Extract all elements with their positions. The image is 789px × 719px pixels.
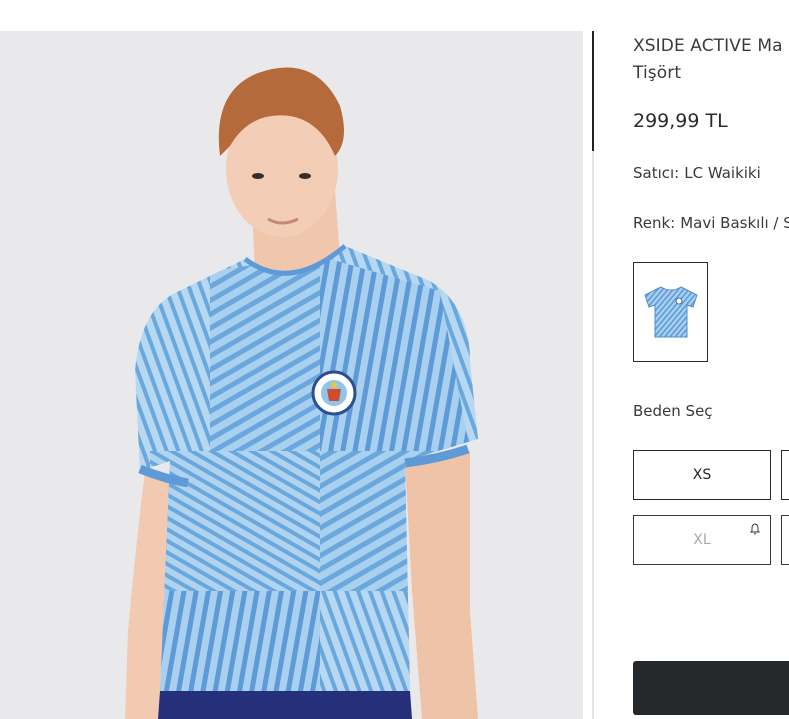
image-scrollbar[interactable] — [592, 31, 594, 719]
size-option-s[interactable] — [781, 450, 789, 500]
seller-link[interactable]: LC Waikiki — [684, 164, 761, 182]
product-photo — [125, 67, 478, 719]
product-title-line2: Tişört — [633, 63, 682, 83]
size-option-label: XL — [693, 532, 711, 548]
product-details: XSIDE ACTIVE Ma Tişört 299,99 TL Satıcı:… — [633, 0, 789, 719]
product-price: 299,99 TL — [633, 110, 728, 132]
product-title-line1: XSIDE ACTIVE Ma — [633, 36, 783, 56]
size-option-xl[interactable]: XL — [633, 515, 771, 565]
color-label: Renk: — [633, 214, 676, 232]
seller-row: Satıcı: LC Waikiki — [633, 164, 761, 182]
size-option-xxl[interactable] — [781, 515, 789, 565]
add-to-cart-button[interactable] — [633, 661, 789, 715]
color-row: Renk: Mavi Baskılı / S — [633, 214, 789, 232]
bell-icon[interactable] — [750, 523, 760, 535]
color-swatch-selected[interactable] — [633, 262, 708, 362]
size-option-label: XS — [692, 467, 712, 483]
seller-label: Satıcı: — [633, 164, 680, 182]
size-option-xs[interactable]: XS — [633, 450, 771, 500]
product-title: XSIDE ACTIVE Ma Tişört — [633, 33, 789, 87]
color-value: Mavi Baskılı / S — [680, 214, 789, 232]
tshirt-thumbnail — [643, 286, 698, 338]
size-select-label: Beden Seç — [633, 402, 713, 420]
image-scrollbar-thumb[interactable] — [592, 31, 594, 151]
product-image[interactable] — [0, 31, 583, 719]
